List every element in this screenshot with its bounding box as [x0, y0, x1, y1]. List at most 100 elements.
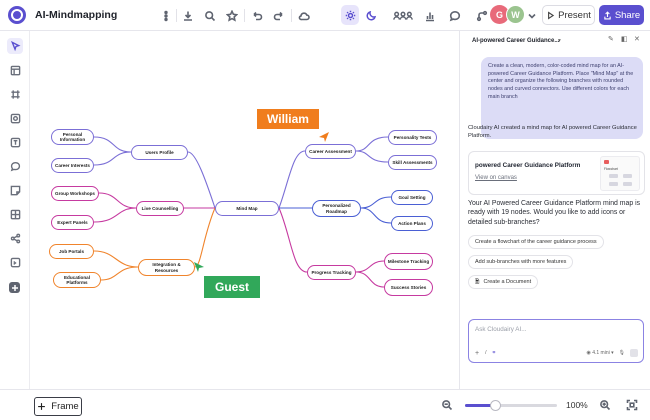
grid-icon[interactable]: [7, 206, 23, 222]
mindmap-leaf-node[interactable]: Personal Information: [51, 129, 94, 145]
connector-personality-tests: [355, 136, 389, 152]
mindmap-branch-node[interactable]: Career Assessment: [305, 144, 356, 159]
add-frame-button[interactable]: Frame: [34, 397, 82, 416]
connector-group-workshops: [98, 192, 137, 209]
share-button[interactable]: Share: [599, 5, 644, 25]
comment-icon[interactable]: [7, 158, 23, 174]
mindmap-branch-node[interactable]: Live Counselling: [136, 201, 184, 216]
download-icon[interactable]: [180, 8, 196, 24]
mindmap-branch-node[interactable]: Progress Tracking: [307, 265, 356, 280]
collaborator-cursor-label-william: William: [257, 109, 319, 129]
mindmap-canvas[interactable]: Mind Map Users Profile Live Counselling …: [31, 31, 458, 389]
chat-title[interactable]: AI-powered Career Guidance...: [472, 38, 559, 44]
document-icon: 🗎: [475, 278, 480, 285]
slash-command-icon[interactable]: /: [485, 350, 486, 356]
moon-icon: [366, 10, 376, 20]
collaborator-cursor-label-guest: Guest: [204, 276, 260, 298]
mindmap-leaf-node[interactable]: Success Stories: [384, 279, 433, 296]
zoom-slider-thumb[interactable]: [489, 400, 501, 411]
bar-chart-icon[interactable]: [422, 8, 438, 24]
connector-users-profile: [187, 151, 216, 209]
mindmap-root-node[interactable]: Mind Map: [215, 201, 279, 216]
connector-icon[interactable]: [474, 8, 490, 24]
document-icon[interactable]: [7, 254, 23, 270]
mindmap-leaf-node[interactable]: Action Plans: [391, 216, 433, 231]
collaborator-avatar[interactable]: W: [506, 5, 525, 24]
suggestion-chip[interactable]: Create a flowchart of the career guidanc…: [468, 235, 604, 249]
chat-input[interactable]: Ask Cloudairy AI... + / ⌗ ◉ 4.1 mini ▾ 🎙: [468, 319, 644, 363]
text-icon[interactable]: [7, 134, 23, 150]
view-on-canvas-link[interactable]: View on canvas: [475, 175, 517, 181]
share-button-label: Share: [614, 9, 641, 21]
close-icon[interactable]: ✕: [634, 36, 642, 44]
panel-toggle-icon[interactable]: ◧: [621, 36, 629, 44]
light-mode-button[interactable]: [341, 5, 359, 25]
connector-integration: [194, 207, 216, 268]
plus-icon[interactable]: +: [475, 350, 479, 357]
bottom-toolbar: Frame 100%: [0, 389, 650, 420]
connector-milestone-tracking: [355, 260, 385, 273]
add-icon[interactable]: [9, 282, 20, 293]
mindmap-leaf-node[interactable]: Personality Tests: [388, 130, 437, 145]
mindmap-leaf-node[interactable]: Skill Assessments: [388, 155, 437, 170]
suggestion-chip[interactable]: Add sub-branches with more features: [468, 255, 574, 269]
toolbar-divider: [244, 9, 245, 22]
image-icon[interactable]: [7, 110, 23, 126]
mindmap-leaf-node[interactable]: Educational Platforms: [53, 272, 101, 288]
suggestion-chip[interactable]: 🗎 Create a Document: [468, 275, 539, 289]
sun-icon: [345, 10, 355, 20]
app-logo[interactable]: [8, 6, 26, 24]
frame-tool-icon[interactable]: [7, 86, 23, 102]
mindmap-leaf-node[interactable]: Job Portals: [49, 244, 94, 259]
users-icon[interactable]: [392, 8, 414, 24]
chat-input-placeholder: Ask Cloudairy AI...: [475, 326, 527, 333]
mindmap-leaf-node[interactable]: Career Interests: [51, 158, 94, 173]
generated-diagram-card[interactable]: powered Career Guidance Platform View on…: [468, 151, 645, 195]
more-icon[interactable]: [158, 8, 174, 24]
connector-expert-panels: [93, 207, 137, 223]
edit-icon[interactable]: ✎: [608, 36, 616, 44]
mindmap-leaf-node[interactable]: Milestone Tracking: [384, 253, 433, 270]
chevron-down-icon[interactable]: [524, 8, 540, 24]
layout-icon[interactable]: [7, 62, 23, 78]
attach-icon[interactable]: ⌗: [492, 350, 495, 356]
connector-career-assessment: [278, 150, 306, 209]
connector-goal-setting: [360, 196, 392, 209]
mindmap-branch-node[interactable]: Users Profile: [131, 145, 188, 160]
select-tool-icon[interactable]: [7, 38, 23, 54]
share-nodes-icon[interactable]: [7, 230, 23, 246]
mindmap-leaf-node[interactable]: Goal Setting: [391, 190, 433, 205]
connector-skill-assessments: [355, 150, 389, 163]
chevron-down-icon[interactable]: ▾: [558, 38, 561, 44]
zoom-out-icon[interactable]: [439, 397, 455, 413]
card-title: powered Career Guidance Platform: [475, 162, 581, 169]
redo-icon[interactable]: [271, 8, 287, 24]
connector-personal-information: [93, 136, 132, 153]
share-icon: [604, 10, 611, 19]
mindmap-leaf-node[interactable]: Expert Panels: [51, 215, 94, 230]
zoom-in-icon[interactable]: [597, 397, 613, 413]
search-icon[interactable]: [202, 8, 218, 24]
cursor-arrow-icon: [319, 132, 329, 142]
mic-icon[interactable]: 🎙: [619, 350, 625, 356]
mindmap-branch-node[interactable]: Integration & Resources: [138, 259, 195, 276]
cloud-icon[interactable]: [296, 8, 312, 24]
ai-chat-panel: AI-powered Career Guidance... ▾ ✎ ◧ ✕ Cr…: [459, 31, 650, 389]
comment-icon[interactable]: [447, 8, 463, 24]
model-selector[interactable]: ◉ 4.1 mini ▾: [586, 350, 613, 356]
zoom-slider[interactable]: [465, 400, 557, 411]
connector-educational-platforms: [100, 266, 139, 281]
thumbnail-label: Flowchart: [604, 167, 618, 171]
zoom-level: 100%: [566, 400, 588, 410]
fit-screen-icon[interactable]: [624, 397, 640, 413]
dark-mode-button[interactable]: [362, 5, 380, 25]
document-title[interactable]: AI-Mindmapping: [35, 9, 117, 21]
present-button[interactable]: Present: [542, 5, 595, 25]
mindmap-leaf-node[interactable]: Group Workshops: [51, 186, 99, 201]
mindmap-branch-node[interactable]: Personalized Roadmap: [312, 200, 361, 217]
undo-icon[interactable]: [249, 8, 265, 24]
sticky-note-icon[interactable]: [7, 182, 23, 198]
star-icon[interactable]: [224, 8, 240, 24]
diagram-thumbnail: Flowchart: [600, 156, 640, 191]
send-button[interactable]: [630, 349, 638, 357]
